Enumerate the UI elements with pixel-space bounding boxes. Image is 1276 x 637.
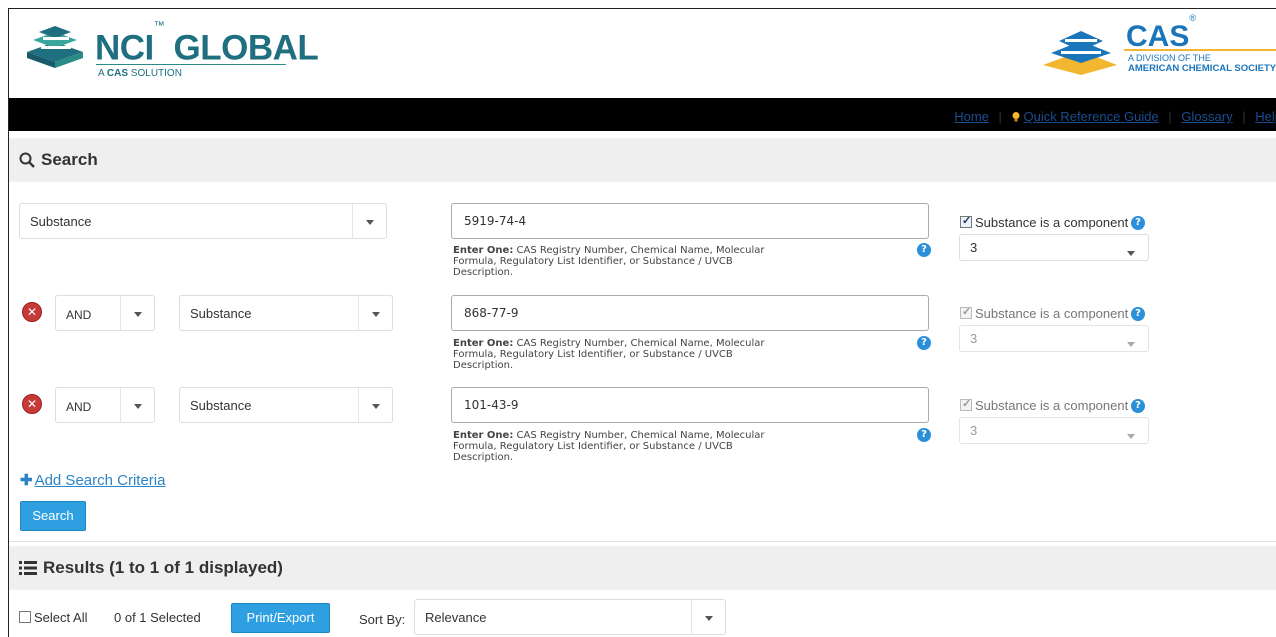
nav-separator: | (1242, 109, 1246, 124)
component-level-select-3[interactable]: 3 (959, 417, 1149, 444)
app-frame: NCI™ GLOBAL A CAS SOLUTION CAS® A DIVISI… (8, 8, 1276, 637)
nci-global-logo-icon (27, 26, 83, 68)
question-circle-icon[interactable]: ? (1131, 307, 1145, 321)
plus-icon: ✚ (20, 472, 33, 489)
caret-down-icon (1114, 418, 1148, 443)
remove-row-icon[interactable]: ✕ (22, 302, 42, 322)
select-value: Relevance (425, 610, 487, 625)
search-field-select-3[interactable]: Substance (179, 387, 393, 423)
component-level-select-2[interactable]: 3 (959, 325, 1149, 352)
search-field-select-1[interactable]: Substance (19, 203, 387, 239)
select-value: Substance (30, 214, 92, 229)
question-circle-icon[interactable]: ? (917, 243, 931, 257)
search-value-input-2[interactable]: 868-77-9 (451, 295, 929, 331)
search-field-select-2[interactable]: Substance (179, 295, 393, 331)
caret-down-icon (691, 600, 725, 634)
cas-society-text: AMERICAN CHEMICAL SOCIETY (1128, 63, 1276, 74)
select-value: 3 (970, 423, 978, 438)
caret-down-icon (358, 388, 392, 422)
nav-quick-reference-link[interactable]: Quick Reference Guide (1024, 109, 1159, 124)
cas-division-text: A DIVISION OF THE (1128, 53, 1211, 63)
nav-separator: | (998, 109, 1002, 124)
lightbulb-icon (1012, 112, 1020, 122)
selected-count: 0 of 1 Selected (114, 610, 201, 625)
site-header: NCI™ GLOBAL A CAS SOLUTION CAS® A DIVISI… (9, 9, 1276, 98)
sort-by-label: Sort By: (359, 612, 406, 627)
results-toolbar: Select All 0 of 1 Selected Print/Export … (9, 599, 1276, 637)
nci-global-wordmark: NCI™ GLOBAL (95, 20, 319, 68)
results-section-title: Results (1 to 1 of 1 displayed) (19, 558, 283, 578)
question-circle-icon[interactable]: ? (1131, 399, 1145, 413)
search-title-text: Search (41, 150, 98, 169)
print-export-button[interactable]: Print/Export (231, 603, 330, 633)
section-divider (9, 541, 1276, 542)
cas-logo-icon (1043, 31, 1117, 75)
search-value-input-3[interactable]: 101-43-9 (451, 387, 929, 423)
search-section-title: Search (19, 150, 98, 170)
component-checkbox-3[interactable]: Substance is a component (960, 397, 1128, 413)
caret-down-icon (120, 388, 154, 422)
select-all-checkbox[interactable]: Select All (19, 610, 87, 625)
component-checkbox-1[interactable]: Substance is a component (960, 214, 1128, 230)
checkbox-icon[interactable] (960, 397, 972, 411)
select-value: Substance (190, 398, 252, 413)
nci-tagline: A CAS SOLUTION (98, 68, 182, 79)
search-value-input-1[interactable]: 5919-74-4 (451, 203, 929, 239)
sort-by-select[interactable]: Relevance (414, 599, 726, 635)
nav-separator: | (1168, 109, 1172, 124)
checkbox-icon[interactable] (19, 611, 31, 623)
select-value: AND (66, 308, 92, 322)
caret-down-icon (352, 204, 386, 238)
cas-divider (1124, 49, 1276, 51)
operator-select-2[interactable]: AND (55, 295, 155, 331)
select-value: AND (66, 400, 92, 414)
cas-wordmark: CAS® (1126, 13, 1196, 53)
nav-glossary-link[interactable]: Glossary (1181, 109, 1232, 124)
search-button[interactable]: Search (20, 501, 86, 531)
list-icon (19, 561, 37, 575)
caret-down-icon (358, 296, 392, 330)
checkbox-icon[interactable] (960, 305, 972, 319)
question-circle-icon[interactable]: ? (917, 428, 931, 442)
question-circle-icon[interactable]: ? (917, 336, 931, 350)
results-title-text: Results (1 to 1 of 1 displayed) (43, 558, 283, 577)
nav-help-link[interactable]: Help (1255, 109, 1276, 124)
caret-down-icon (1114, 326, 1148, 351)
magnifier-icon (19, 152, 35, 168)
search-help-text-2: Enter One: CAS Registry Number, Chemical… (453, 338, 765, 371)
operator-select-3[interactable]: AND (55, 387, 155, 423)
select-value: Substance (190, 306, 252, 321)
nci-divider (96, 64, 286, 65)
select-value: 3 (970, 240, 978, 255)
component-checkbox-2[interactable]: Substance is a component (960, 305, 1128, 321)
search-help-text-3: Enter One: CAS Registry Number, Chemical… (453, 430, 765, 463)
checkbox-icon[interactable] (960, 214, 972, 228)
search-help-text-1: Enter One: CAS Registry Number, Chemical… (453, 245, 765, 278)
top-nav: Home | Quick Reference Guide | Glossary … (954, 109, 1276, 124)
caret-down-icon (120, 296, 154, 330)
search-section-header: Search (9, 138, 1276, 182)
caret-down-icon (1114, 235, 1148, 260)
nav-home-link[interactable]: Home (954, 109, 989, 124)
select-value: 3 (970, 331, 978, 346)
add-search-criteria-link[interactable]: ✚ Add Search Criteria (20, 471, 165, 489)
component-level-select-1[interactable]: 3 (959, 234, 1149, 261)
remove-row-icon[interactable]: ✕ (22, 394, 42, 414)
question-circle-icon[interactable]: ? (1131, 216, 1145, 230)
results-section-header: Results (1 to 1 of 1 displayed) (9, 546, 1276, 590)
